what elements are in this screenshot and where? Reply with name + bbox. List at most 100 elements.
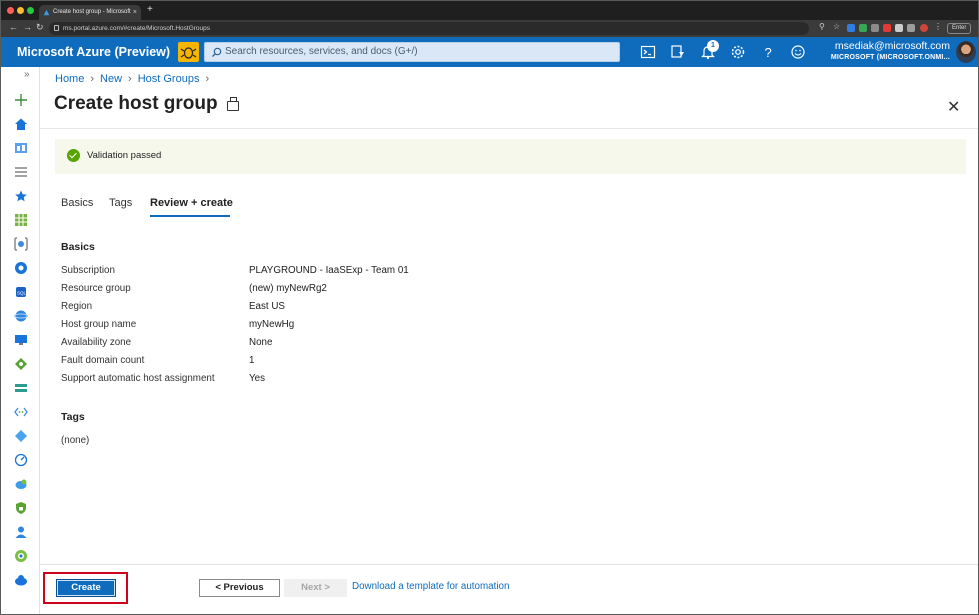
storage-accounts-icon[interactable]	[14, 381, 28, 395]
expand-menu-icon[interactable]: »	[24, 69, 30, 80]
feedback-smiley-icon[interactable]	[790, 44, 806, 60]
divider	[40, 128, 978, 129]
svg-text:?: ?	[765, 45, 772, 60]
account-menu[interactable]: msediak@microsoft.com MICROSOFT (MICROSO…	[831, 40, 950, 63]
enter-button[interactable]: Enter	[947, 23, 972, 34]
svg-text:SQL: SQL	[17, 291, 27, 296]
extension-icon[interactable]	[883, 24, 891, 32]
breadcrumb-home[interactable]: Home	[55, 73, 84, 85]
tags-value: (none)	[61, 435, 90, 446]
directory-filter-icon[interactable]	[670, 44, 686, 60]
active-directory-icon[interactable]	[14, 429, 28, 443]
summary-value: PLAYGROUND - IaaSExp - Team 01	[249, 265, 409, 276]
profile-icon[interactable]	[920, 24, 928, 32]
summary-label: Resource group	[61, 283, 131, 294]
tags-heading: Tags	[61, 411, 85, 423]
tab-basics[interactable]: Basics	[61, 197, 93, 209]
all-services-icon[interactable]	[14, 165, 28, 179]
breadcrumb-separator-icon: ›	[205, 73, 210, 85]
global-search-input[interactable]: Search resources, services, and docs (G+…	[204, 42, 620, 62]
app-services-icon[interactable]	[14, 261, 28, 275]
summary-value: 1	[249, 355, 255, 366]
bookmark-star-icon[interactable]: ☆	[833, 22, 840, 31]
create-button[interactable]: Create	[56, 579, 116, 597]
extension-icon[interactable]	[847, 24, 855, 32]
load-balancers-icon[interactable]	[14, 357, 28, 371]
tab-close-icon[interactable]: ×	[133, 5, 137, 20]
print-icon[interactable]	[227, 97, 239, 111]
new-tab-icon[interactable]: +	[147, 4, 153, 15]
previous-button[interactable]: < Previous	[199, 579, 280, 597]
security-center-icon[interactable]	[14, 501, 28, 515]
cost-management-icon[interactable]	[14, 549, 28, 563]
breadcrumb-separator-icon: ›	[90, 73, 95, 85]
footer-divider	[40, 564, 978, 565]
cloud-shell-icon[interactable]	[640, 44, 656, 60]
validation-message: Validation passed	[87, 150, 162, 161]
extension-icon[interactable]	[859, 24, 867, 32]
next-button: Next >	[284, 579, 347, 597]
advisor-icon[interactable]	[14, 477, 28, 491]
virtual-machines-icon[interactable]	[14, 333, 28, 347]
active-tab-indicator	[150, 215, 230, 217]
tab-review-create[interactable]: Review + create	[150, 197, 233, 209]
resource-groups-icon[interactable]	[14, 237, 28, 251]
users-icon[interactable]	[14, 525, 28, 539]
favorites-star-icon[interactable]	[14, 189, 28, 203]
cosmos-db-icon[interactable]	[14, 309, 28, 323]
all-resources-icon[interactable]	[14, 213, 28, 227]
summary-value: None	[249, 337, 273, 348]
settings-gear-icon[interactable]	[730, 44, 746, 60]
forward-icon[interactable]: →	[23, 22, 32, 32]
breadcrumb-new[interactable]: New	[100, 73, 122, 85]
tab-title: Create host group - Microsoft	[53, 9, 131, 15]
download-template-link[interactable]: Download a template for automation	[352, 581, 509, 592]
close-icon[interactable]: ✕	[947, 97, 960, 117]
summary-value: Yes	[249, 373, 265, 384]
breadcrumb-host-groups[interactable]: Host Groups	[138, 73, 200, 85]
summary-value: (new) myNewRg2	[249, 283, 327, 294]
brand-title[interactable]: Microsoft Azure (Preview)	[17, 37, 170, 67]
summary-value: East US	[249, 301, 285, 312]
azure-top-bar: Microsoft Azure (Preview) Search resourc…	[1, 37, 978, 67]
minimize-window-icon[interactable]	[17, 7, 24, 14]
browser-tab-bar: Create host group - Microsoft × +	[1, 1, 978, 20]
checkmark-icon	[67, 149, 80, 162]
summary-label: Availability zone	[61, 337, 132, 348]
extension-icon[interactable]	[871, 24, 879, 32]
left-nav-rail: » SQL	[1, 67, 40, 614]
browser-tab[interactable]: Create host group - Microsoft ×	[39, 5, 141, 20]
breadcrumb: Home › New › Host Groups ›	[55, 73, 215, 85]
maximize-window-icon[interactable]	[27, 7, 34, 14]
dashboard-icon[interactable]	[14, 141, 28, 155]
azure-favicon-icon	[43, 9, 50, 16]
url-field[interactable]: ms.portal.azure.com/#create/Microsoft.Ho…	[49, 22, 809, 35]
url-text: ms.portal.azure.com/#create/Microsoft.Ho…	[63, 25, 211, 32]
summary-value: myNewHg	[249, 319, 295, 330]
back-icon[interactable]: ←	[9, 22, 18, 32]
menu-dots-icon[interactable]: ⋮	[934, 22, 942, 31]
sql-databases-icon[interactable]: SQL	[14, 285, 28, 299]
monitor-icon[interactable]	[14, 453, 28, 467]
search-placeholder: Search resources, services, and docs (G+…	[225, 46, 418, 57]
virtual-networks-icon[interactable]	[14, 405, 28, 419]
home-icon[interactable]	[14, 117, 28, 131]
basics-heading: Basics	[61, 241, 95, 253]
user-email: msediak@microsoft.com	[834, 40, 950, 52]
browser-address-bar: ← → ↻ ms.portal.azure.com/#create/Micros…	[1, 20, 978, 37]
validation-banner: Validation passed	[55, 139, 966, 174]
zoom-icon[interactable]: ⚲	[819, 22, 825, 31]
tab-tags[interactable]: Tags	[109, 197, 132, 209]
close-window-icon[interactable]	[7, 7, 14, 14]
help-icon[interactable]: ?	[760, 44, 776, 60]
create-resource-icon[interactable]	[14, 93, 28, 107]
search-icon	[212, 47, 222, 57]
summary-label: Host group name	[61, 319, 137, 330]
preview-bug-icon[interactable]	[178, 42, 199, 62]
extension-icon[interactable]	[895, 24, 903, 32]
help-support-icon[interactable]	[14, 573, 28, 587]
avatar[interactable]	[956, 41, 976, 63]
summary-label: Subscription	[61, 265, 115, 276]
reload-icon[interactable]: ↻	[36, 22, 44, 33]
puzzle-icon[interactable]	[907, 24, 915, 32]
